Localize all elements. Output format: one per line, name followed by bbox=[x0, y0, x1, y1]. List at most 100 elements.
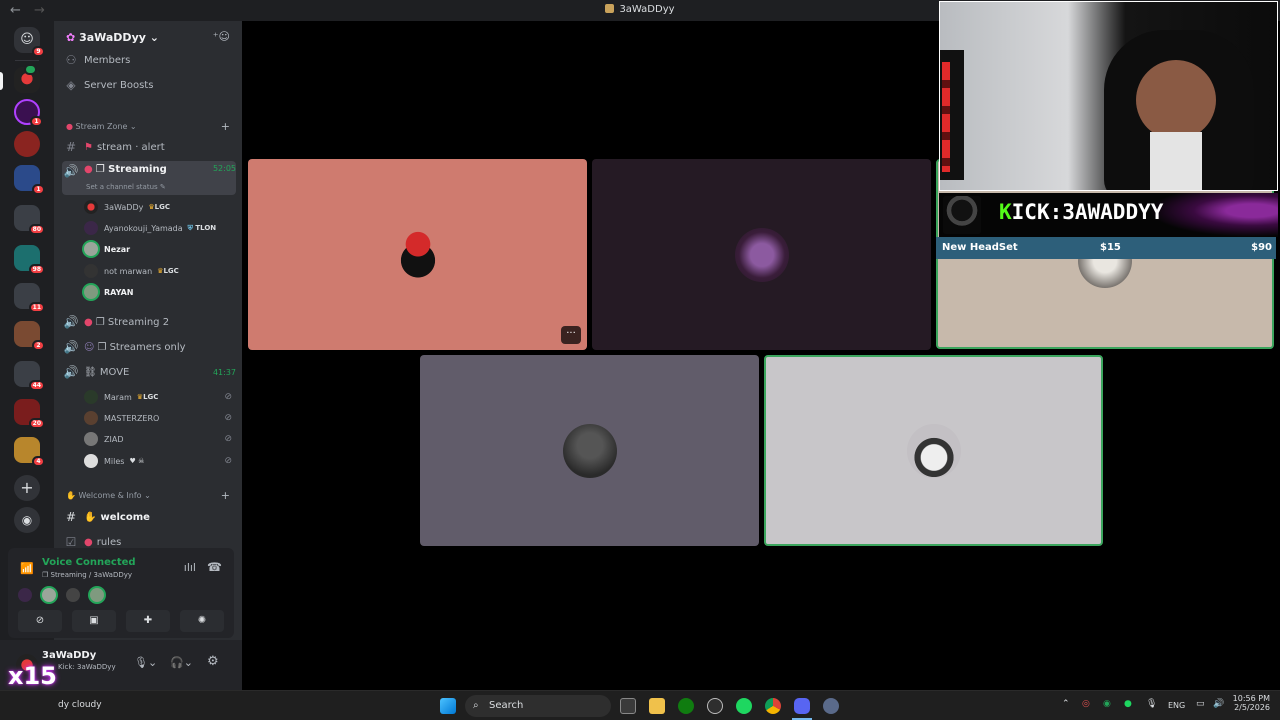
clock[interactable]: 10:56 PM 2/5/2026 bbox=[1232, 694, 1270, 712]
category-welcome-info[interactable]: ✋ Welcome & Info ⌄ bbox=[66, 491, 151, 500]
webcam-overlay bbox=[939, 1, 1278, 191]
hash-icon: # bbox=[65, 510, 77, 524]
voice-user[interactable]: Nezar bbox=[84, 240, 130, 258]
voice-user[interactable]: 3aWaDDy ♛LGC bbox=[84, 198, 170, 216]
tray-app-icon[interactable]: ◎ bbox=[1082, 699, 1090, 709]
channel-streamers-only[interactable]: 🔊 ☺ ❐ Streamers only bbox=[62, 337, 236, 357]
server-header[interactable]: ✿ 3aWaDDyy ⌄ bbox=[66, 31, 159, 44]
rail-divider bbox=[15, 60, 39, 61]
activities-button[interactable]: ✚ bbox=[126, 610, 170, 632]
deafened-icon: ⊘ bbox=[224, 456, 232, 466]
voice-user[interactable]: Ayanokouji_Yamada ⛨ TLON bbox=[84, 219, 216, 237]
discord-taskbar-icon[interactable] bbox=[794, 698, 810, 714]
server-folder-1[interactable]: 1 bbox=[14, 165, 45, 195]
task-view-icon[interactable] bbox=[620, 698, 636, 714]
headphones-icon[interactable]: 🎧⌄ bbox=[170, 656, 193, 669]
avatar bbox=[84, 242, 98, 256]
add-server-button[interactable]: + bbox=[14, 475, 40, 501]
boost-gem-icon: ◈ bbox=[66, 78, 76, 92]
donation-goal-bar: New HeadSet $15 $90 bbox=[936, 237, 1276, 259]
language-indicator[interactable]: ENG bbox=[1168, 701, 1185, 710]
channel-status[interactable]: Set a channel status ✎ bbox=[86, 183, 166, 191]
avatar bbox=[66, 588, 80, 602]
server-folder-8[interactable]: 4 bbox=[14, 437, 45, 467]
server-icon bbox=[605, 4, 615, 13]
xbox-icon[interactable] bbox=[678, 698, 694, 714]
user-panel: 3aWaDDy Kick: 3aWaDDyy x15 🎙⌄ 🎧⌄ ⚙ bbox=[0, 640, 242, 690]
discord-home-icon[interactable]: ☺ 9 bbox=[14, 27, 45, 57]
channel-stream-alert[interactable]: # ⚑ stream · alert bbox=[62, 137, 236, 157]
voice-location[interactable]: ❐ Streaming / 3aWaDDyy bbox=[42, 571, 132, 579]
category-stream-zone[interactable]: ● Stream Zone ⌄ bbox=[66, 122, 137, 131]
spotify-icon[interactable] bbox=[736, 698, 752, 714]
add-channel-icon[interactable]: + bbox=[221, 489, 230, 502]
weather-text[interactable]: dy cloudy bbox=[58, 700, 102, 710]
settings-app-icon[interactable] bbox=[823, 698, 839, 714]
discord-window: ← → 3aWaDDyy ☺ 9 1 1 80 98 11 2 44 20 4 +… bbox=[0, 0, 1280, 720]
kick-banner: KICK:3AWADDYY bbox=[939, 193, 1278, 237]
voice-user[interactable]: Miles ♥ ☠ bbox=[84, 452, 144, 470]
user-status: Kick: 3aWaDDyy bbox=[58, 663, 116, 671]
app-icon[interactable] bbox=[707, 698, 723, 714]
participant-tile-3awaddy[interactable]: ··· bbox=[248, 159, 587, 350]
participant-tile-not-marwan[interactable] bbox=[420, 355, 759, 546]
server-folder-6[interactable]: 44 bbox=[14, 361, 45, 391]
disconnect-icon[interactable]: ☎ bbox=[207, 560, 222, 574]
more-options-icon[interactable]: ··· bbox=[561, 326, 581, 344]
share-screen-button[interactable]: ▣ bbox=[72, 610, 116, 632]
participant-tile-ayanokouji[interactable] bbox=[592, 159, 931, 350]
settings-gear-icon[interactable]: ⚙ bbox=[207, 654, 219, 669]
channel-welcome[interactable]: # ✋ welcome bbox=[62, 507, 236, 527]
voice-user[interactable]: ZIAD bbox=[84, 430, 123, 448]
rules-icon: ☑ bbox=[65, 535, 77, 549]
channel-move[interactable]: 🔊 ⛓ MOVE 41:37 bbox=[62, 362, 236, 382]
voice-user[interactable]: MASTERZERO bbox=[84, 409, 159, 427]
noise-suppression-icon[interactable]: ılıl bbox=[184, 561, 196, 574]
server-boosts-link[interactable]: ◈ Server Boosts bbox=[62, 75, 236, 95]
tray-chevron-icon[interactable]: ⌃ bbox=[1062, 699, 1070, 709]
goal-label: New HeadSet bbox=[942, 242, 1018, 253]
add-channel-icon[interactable]: + bbox=[221, 120, 230, 133]
speaker-icon: 🔊 bbox=[63, 164, 79, 178]
taskbar-search[interactable]: ⌕ Search bbox=[465, 695, 611, 717]
overlay-counter: x15 bbox=[8, 662, 57, 690]
tray-app-icon[interactable]: ◉ bbox=[1103, 699, 1111, 709]
voice-participants bbox=[18, 588, 110, 602]
invite-icon[interactable]: ⁺☺ bbox=[213, 30, 230, 43]
tray-spotify-icon[interactable]: ● bbox=[1124, 699, 1132, 709]
soundboard-button[interactable]: ✺ bbox=[180, 610, 224, 632]
deafened-icon: ⊘ bbox=[224, 413, 232, 423]
speaker-icon: 🔊 bbox=[63, 315, 79, 329]
kick-avatar bbox=[943, 196, 981, 234]
server-folder-2[interactable]: 80 bbox=[14, 205, 45, 235]
network-icon[interactable]: ▭ bbox=[1196, 699, 1205, 709]
channel-timer: 52:05 bbox=[212, 164, 236, 173]
server-icon-red[interactable] bbox=[14, 131, 40, 157]
server-icon-3awaddyy[interactable] bbox=[14, 64, 40, 93]
voice-user[interactable]: not marwan ♛LGC bbox=[84, 262, 179, 280]
avatar bbox=[84, 411, 98, 425]
volume-icon[interactable]: 🔊 bbox=[1213, 699, 1224, 709]
tray-mic-icon[interactable]: 🎙 bbox=[1146, 699, 1157, 709]
discover-icon[interactable]: ◉ bbox=[14, 507, 40, 533]
avatar bbox=[84, 285, 98, 299]
voice-user[interactable]: Maram ♛LGC bbox=[84, 388, 158, 406]
camera-off-button[interactable]: ⊘ bbox=[18, 610, 62, 632]
avatar bbox=[84, 390, 98, 404]
voice-user[interactable]: RAYAN bbox=[84, 283, 134, 301]
server-folder-3[interactable]: 98 bbox=[14, 245, 45, 275]
server-folder-7[interactable]: 20 bbox=[14, 399, 45, 429]
server-folder-5[interactable]: 2 bbox=[14, 321, 45, 351]
speaker-icon: 🔊 bbox=[63, 365, 79, 379]
avatar bbox=[90, 588, 104, 602]
channel-streaming-2[interactable]: 🔊 ● ❐ Streaming 2 bbox=[62, 312, 236, 332]
server-icon-purple[interactable]: 1 bbox=[14, 99, 43, 127]
windows-start-icon[interactable] bbox=[440, 698, 456, 714]
banner-swirl bbox=[1149, 193, 1278, 237]
chrome-icon[interactable] bbox=[765, 698, 781, 714]
file-explorer-icon[interactable] bbox=[649, 698, 665, 714]
participant-tile-rayan[interactable] bbox=[764, 355, 1103, 546]
server-folder-4[interactable]: 11 bbox=[14, 283, 45, 313]
members-link[interactable]: ⚇ Members bbox=[62, 50, 236, 70]
microphone-icon[interactable]: 🎙⌄ bbox=[134, 656, 157, 669]
